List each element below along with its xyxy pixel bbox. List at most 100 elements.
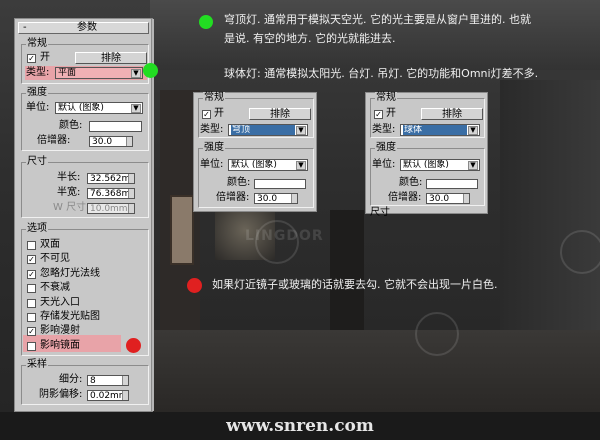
dome-unit-value: 默认 (图象) — [231, 160, 277, 170]
option-checkbox[interactable]: ✓ — [27, 327, 36, 337]
spinner-arrows-icon[interactable] — [122, 391, 128, 400]
sphere-color-swatch[interactable] — [426, 179, 478, 189]
on-label: 开 — [40, 52, 50, 63]
green-marker-type — [143, 63, 158, 78]
dome-type-dropdown[interactable]: 穹顶 ▼ — [228, 124, 308, 136]
sphere-on-checkbox[interactable]: ✓ — [374, 110, 383, 119]
sphere-exclude-button[interactable]: 排除 — [421, 108, 483, 120]
dome-type-label: 类型: — [200, 124, 224, 135]
sphere-unit-value: 默认 (图象) — [403, 160, 449, 170]
shadow-bias-spinner[interactable]: 0.02mm — [87, 390, 129, 401]
subdivs-label: 细分: — [59, 374, 83, 385]
option-label: 不衰减 — [40, 282, 70, 294]
half-width-spinner[interactable]: 76.368mm — [87, 188, 135, 199]
rollout-title: 参数 — [77, 22, 97, 33]
option-label: 天光入口 — [40, 296, 80, 308]
option-label: 影响漫射 — [40, 325, 80, 337]
option-checkbox[interactable] — [27, 313, 36, 322]
sphere-unit-dropdown[interactable]: 默认 (图象) ▼ — [400, 159, 480, 171]
half-length-spinner[interactable]: 32.562mm — [87, 173, 135, 184]
dome-note: 穹顶灯. 通常用于模拟天空光. 它的光主要是从窗户里进的. 也就 是说. 有空的… — [224, 10, 596, 48]
option-label: 不可见 — [40, 253, 70, 265]
sphere-multiplier-label: 倍增器: — [388, 192, 422, 203]
color-label: 颜色: — [59, 120, 83, 131]
dome-intensity-title: 强度 — [203, 142, 225, 154]
type-label: 类型: — [26, 67, 50, 78]
w-size-label: W 尺寸 — [53, 202, 87, 213]
sphere-unit-label: 单位: — [372, 159, 396, 170]
dome-general-title: 常规 — [203, 92, 225, 104]
dome-on-checkbox[interactable]: ✓ — [202, 110, 211, 119]
watermark-logo-icon — [560, 230, 600, 274]
dome-exclude-button[interactable]: 排除 — [249, 108, 311, 120]
rollout-header[interactable]: - 参数 — [18, 22, 149, 34]
sphere-note: 球体灯: 通常模拟太阳光. 台灯. 吊灯. 它的功能和Omni灯差不多. — [224, 67, 539, 80]
option-checkbox[interactable]: ✓ — [27, 255, 36, 265]
green-marker-dome — [199, 15, 213, 29]
sphere-type-dropdown[interactable]: 球体 ▼ — [400, 124, 480, 136]
spinner-arrows-icon[interactable] — [128, 174, 134, 183]
site-footer: www.snren.com — [0, 412, 600, 440]
option-label: 忽略灯光法线 — [40, 267, 100, 279]
chevron-down-icon[interactable]: ▼ — [131, 69, 141, 78]
subdivs-spinner[interactable]: 8 — [87, 375, 129, 386]
multiplier-spinner[interactable]: 30.0 — [89, 136, 133, 147]
options-group-title: 选项 — [26, 223, 48, 235]
shadow-bias-label: 阴影偏移: — [39, 389, 83, 400]
option-checkbox[interactable] — [27, 241, 36, 250]
chevron-down-icon[interactable]: ▼ — [468, 161, 478, 170]
sphere-size-title: 尺寸 — [370, 207, 390, 218]
subdivs-value: 8 — [90, 376, 96, 386]
chevron-down-icon[interactable]: ▼ — [296, 161, 306, 170]
dome-unit-dropdown[interactable]: 默认 (图象) ▼ — [228, 159, 308, 171]
spinner-arrows-icon[interactable] — [122, 376, 128, 385]
option-checkbox[interactable]: ✓ — [27, 269, 36, 279]
watermark-text: LINGDOR — [245, 228, 324, 244]
type-dropdown[interactable]: 平面 ▼ — [55, 67, 143, 79]
dome-note-line1: 穹顶灯. 通常用于模拟天空光. 它的光主要是从窗户里进的. 也就 — [224, 13, 531, 26]
sphere-type-value: 球体 — [403, 125, 467, 135]
sphere-on-label: 开 — [386, 108, 396, 119]
multiplier-value: 30.0 — [92, 137, 113, 147]
dome-color-swatch[interactable] — [254, 179, 306, 189]
spinner-arrows-icon[interactable] — [291, 194, 297, 203]
sphere-intensity-title: 强度 — [375, 142, 397, 154]
red-marker-mirror — [187, 278, 202, 293]
unit-dropdown[interactable]: 默认 (图象) ▼ — [55, 102, 143, 114]
option-checkbox[interactable] — [27, 284, 36, 294]
chevron-down-icon[interactable]: ▼ — [296, 126, 306, 135]
spinner-arrows-icon[interactable] — [463, 194, 469, 203]
option-checkbox[interactable] — [27, 298, 36, 308]
on-checkbox[interactable]: ✓ — [27, 54, 36, 63]
dome-multiplier-label: 倍增器: — [216, 192, 250, 203]
option-label: 存储发光贴图 — [40, 311, 100, 322]
chevron-down-icon[interactable]: ▼ — [468, 126, 478, 135]
spinner-arrows-icon[interactable] — [128, 189, 134, 198]
option-checkbox[interactable] — [27, 341, 36, 351]
spinner-arrows-icon[interactable] — [126, 137, 132, 146]
size-group-title: 尺寸 — [26, 156, 48, 168]
dome-note-line2: 是说. 有空的地方. 它的光就能进去. — [224, 32, 396, 45]
chevron-down-icon[interactable]: ▼ — [131, 104, 141, 113]
sphere-type-label: 类型: — [372, 124, 396, 135]
collapse-toggle[interactable]: - — [23, 22, 27, 34]
half-width-label: 半宽: — [57, 187, 81, 198]
unit-label: 单位: — [26, 102, 50, 113]
exclude-button[interactable]: 排除 — [75, 52, 147, 64]
w-size-spinner[interactable]: 10.0mm — [87, 203, 135, 214]
red-marker-specular — [126, 338, 141, 353]
dome-light-panel: 常规 ✓ 开 排除 类型: 穹顶 ▼ 强度 单位: 默认 (图象) ▼ 颜色: … — [193, 92, 317, 212]
sphere-light-panel: 常规 ✓ 开 排除 类型: 球体 ▼ 强度 单位: 默认 (图象) ▼ 颜色: … — [365, 92, 488, 218]
floor — [150, 330, 600, 412]
option-label: 影响镜面 — [40, 339, 80, 351]
dome-multiplier-spinner[interactable]: 30.0 — [254, 193, 298, 204]
sphere-multiplier-spinner[interactable]: 30.0 — [426, 193, 470, 204]
sampling-group-title: 采样 — [26, 359, 48, 371]
color-swatch[interactable] — [89, 121, 142, 132]
w-size-value: 10.0mm — [90, 204, 128, 214]
half-length-label: 半长: — [57, 172, 81, 183]
window-frame — [170, 195, 194, 265]
dome-type-value: 穹顶 — [231, 125, 295, 135]
spinner-arrows-icon[interactable] — [128, 204, 134, 213]
type-dropdown-value: 平面 — [58, 68, 77, 78]
